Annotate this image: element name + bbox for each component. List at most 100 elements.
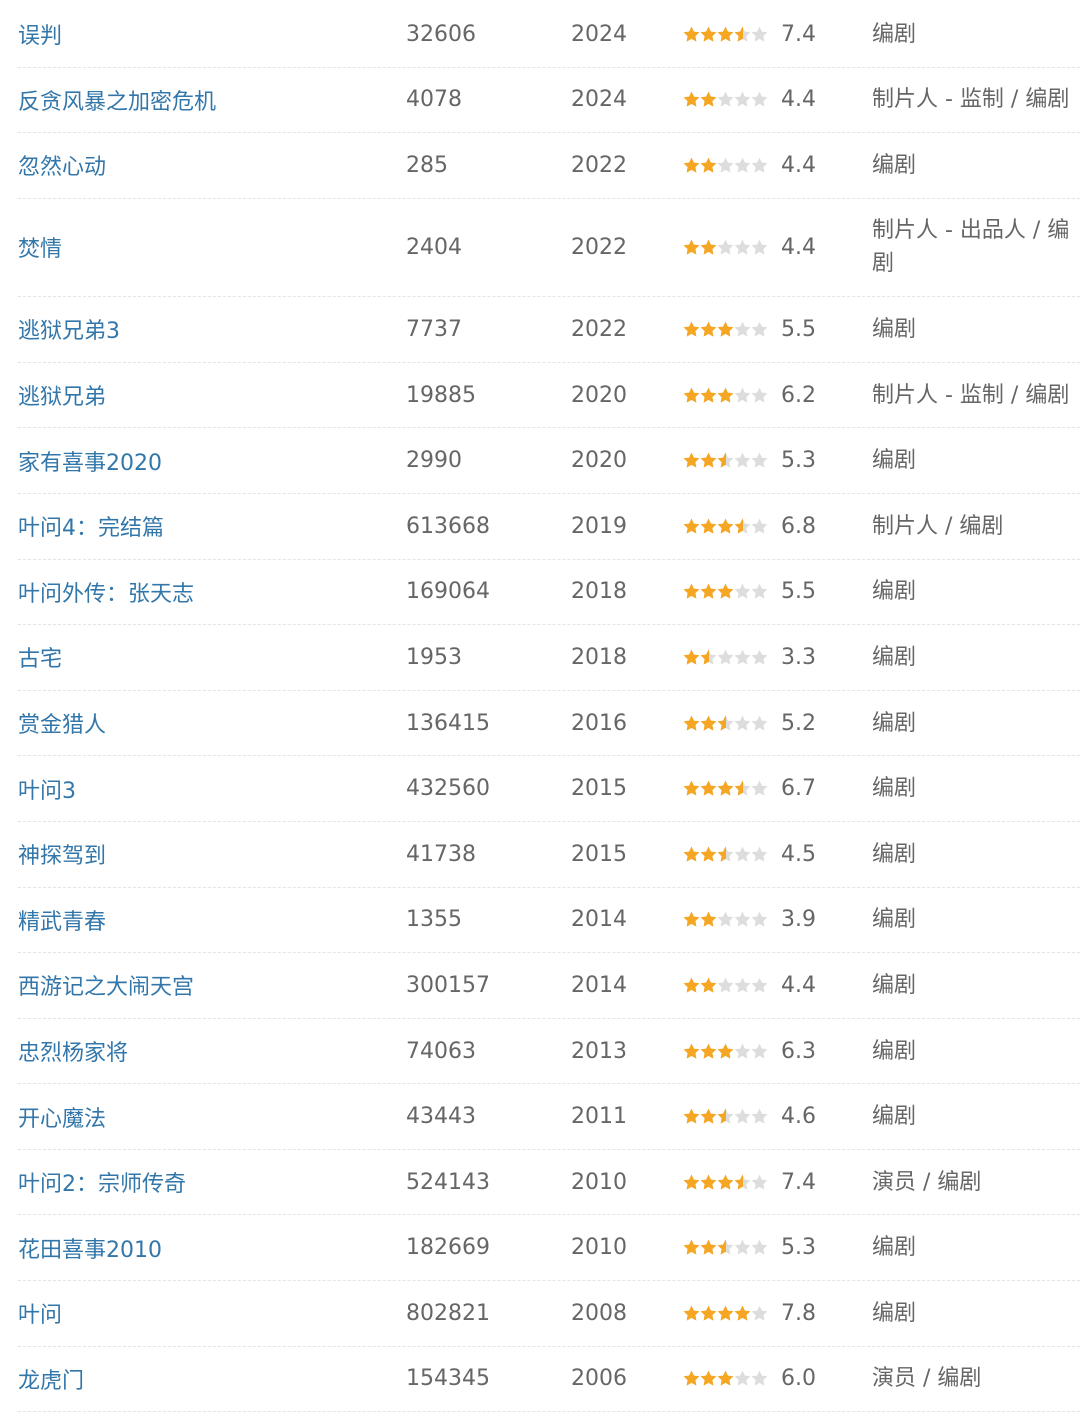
release-year: 2020 [571,382,627,408]
rating-score: 6.7 [781,776,816,802]
rating-score: 4.6 [781,1104,816,1130]
star-icon [717,91,734,108]
rating-cell: 4.4 [683,953,863,1018]
work-row: 忠烈杨家将 74063 2013 6.3 编剧 [18,1019,1080,1085]
work-row: 叶问 802821 2008 7.8 编剧 [18,1281,1080,1347]
work-title-link[interactable]: 反贪风暴之加密危机 [18,84,216,116]
star-rating [683,649,768,666]
rating-cell: 4.4 [683,133,863,198]
work-title-link[interactable]: 叶问外传：张天志 [18,576,194,608]
star-icon [751,1239,768,1256]
star-icon [751,91,768,108]
star-icon [734,1043,751,1060]
vote-count: 43443 [406,1104,476,1130]
release-year: 2015 [571,841,627,867]
work-row: 忽然心动 285 2022 4.4 编剧 [18,133,1080,199]
star-icon [683,715,700,732]
star-icon [717,26,734,43]
star-icon [683,911,700,928]
work-title-link[interactable]: 家有喜事2020 [18,445,162,477]
star-icon [751,1043,768,1060]
work-title-link[interactable]: 古宅 [18,641,62,673]
star-icon [751,583,768,600]
rating-cell: 5.3 [683,428,863,493]
star-rating [683,1108,768,1125]
role-cell: 编剧 [872,644,917,670]
vote-count: 169064 [406,579,490,605]
star-icon [700,649,717,666]
vote-count: 154345 [406,1366,490,1392]
star-rating [683,157,768,174]
vote-count: 300157 [406,972,490,998]
work-title-link[interactable]: 误判 [18,18,62,50]
work-title-link[interactable]: 忠烈杨家将 [18,1035,128,1067]
vote-count: 524143 [406,1169,490,1195]
star-icon [717,911,734,928]
title-cell: 逃狱兄弟 [18,363,398,428]
star-icon [700,387,717,404]
star-icon [717,780,734,797]
release-year: 2014 [571,907,627,933]
title-cell: 忠烈杨家将 [18,1019,398,1084]
vote-count: 41738 [406,841,476,867]
rating-score: 7.4 [781,1169,816,1195]
role-cell: 编剧 [872,579,917,605]
title-cell: 叶问4：完结篇 [18,494,398,559]
rating-cell: 3.3 [683,625,863,690]
star-rating [683,977,768,994]
star-icon [700,1305,717,1322]
role-cell: 制片人 - 监制 / 编剧 [872,87,1070,113]
work-title-link[interactable]: 西游记之大闹天宫 [18,969,194,1001]
role-cell: 制片人 - 出品人 / 编剧 [872,218,1070,277]
title-cell: 反贪风暴之加密危机 [18,68,398,133]
star-icon [683,780,700,797]
rating-score: 7.8 [781,1300,816,1326]
work-title-link[interactable]: 逃狱兄弟3 [18,313,120,345]
star-icon [683,452,700,469]
work-title-link[interactable]: 赏金猎人 [18,707,106,739]
work-title-link[interactable]: 叶问4：完结篇 [18,510,164,542]
work-title-link[interactable]: 叶问3 [18,773,76,805]
star-rating [683,715,768,732]
work-title-link[interactable]: 逃狱兄弟 [18,379,106,411]
star-icon [683,1043,700,1060]
rating-cell: 7.4 [683,1150,863,1215]
role-cell: 演员 / 编剧 [872,1366,982,1392]
work-title-link[interactable]: 开心魔法 [18,1101,106,1133]
work-row: 西游记之大闹天宫 300157 2014 4.4 编剧 [18,953,1080,1019]
work-title-link[interactable]: 忽然心动 [18,149,106,181]
role-cell: 编剧 [872,1300,917,1326]
work-title-link[interactable]: 焚情 [18,231,62,263]
title-cell: 逃狱兄弟3 [18,297,398,362]
work-title-link[interactable]: 花田喜事2010 [18,1232,162,1264]
star-icon [700,239,717,256]
star-icon [717,239,734,256]
works-table: 误判 32606 2024 7.4 编剧 反贪风暴之加密危机 4078 2024 4.4 制片人 … [18,2,1080,1413]
rating-score: 5.5 [781,579,816,605]
star-icon [717,452,734,469]
star-icon [700,715,717,732]
star-icon [751,1305,768,1322]
star-icon [751,1174,768,1191]
star-icon [734,846,751,863]
work-title-link[interactable]: 叶问 [18,1297,62,1329]
star-icon [734,1108,751,1125]
vote-count: 802821 [406,1300,490,1326]
star-icon [734,911,751,928]
rating-cell: 4.4 [683,199,863,296]
work-title-link[interactable]: 神探驾到 [18,838,106,870]
star-icon [683,977,700,994]
star-icon [700,846,717,863]
work-title-link[interactable]: 龙虎门 [18,1363,84,1395]
rating-score: 6.8 [781,513,816,539]
work-title-link[interactable]: 叶问2：宗师传奇 [18,1166,186,1198]
star-icon [717,649,734,666]
work-title-link[interactable]: 精武青春 [18,904,106,936]
star-icon [717,715,734,732]
release-year: 2020 [571,448,627,474]
star-icon [700,1108,717,1125]
star-icon [734,715,751,732]
title-cell: 叶问3 [18,756,398,821]
vote-count: 74063 [406,1038,476,1064]
star-rating [683,239,768,256]
